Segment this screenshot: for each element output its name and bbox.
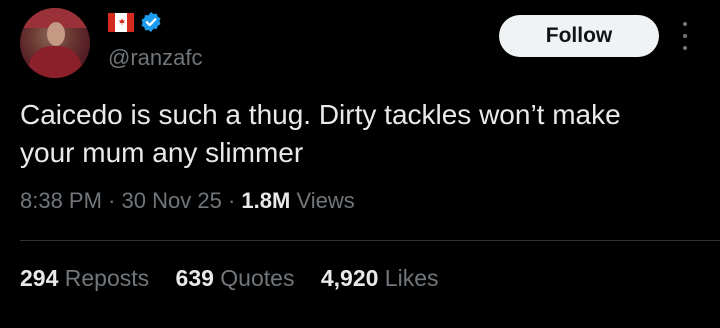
quotes-stat[interactable]: 639 Quotes (176, 265, 295, 291)
quotes-count: 639 (175, 265, 214, 291)
avatar-shirt (28, 46, 82, 78)
avatar-face (47, 22, 65, 46)
avatar[interactable] (20, 8, 90, 78)
reposts-stat[interactable]: 294 Reposts (20, 265, 149, 291)
tweet-stats: 294 Reposts 639 Quotes 4,920 Likes (20, 265, 459, 292)
verified-badge-icon (141, 12, 161, 32)
user-handle[interactable]: @ranzafc (108, 45, 202, 71)
canada-flag-icon (108, 13, 134, 32)
follow-button[interactable]: Follow (499, 15, 659, 57)
tweet-date[interactable]: 30 Nov 25 (122, 188, 222, 213)
quotes-label: Quotes (220, 265, 295, 291)
divider (20, 240, 720, 241)
views-count[interactable]: 1.8M (241, 188, 290, 213)
reposts-label: Reposts (64, 265, 150, 291)
tweet-meta: 8:38 PM · 30 Nov 25 · 1.8M Views (20, 188, 355, 214)
tweet-text: Caicedo is such a thug. Dirty tackles wo… (20, 99, 621, 168)
tweet-time[interactable]: 8:38 PM (20, 188, 102, 213)
reposts-count: 294 (20, 265, 59, 291)
more-options-icon[interactable] (679, 22, 691, 50)
likes-count: 4,920 (320, 265, 379, 291)
meta-separator: · (227, 188, 236, 213)
likes-label: Likes (384, 265, 439, 291)
views-label[interactable]: Views (296, 188, 354, 213)
likes-stat[interactable]: 4,920 Likes (321, 265, 439, 291)
meta-separator: · (108, 188, 116, 213)
